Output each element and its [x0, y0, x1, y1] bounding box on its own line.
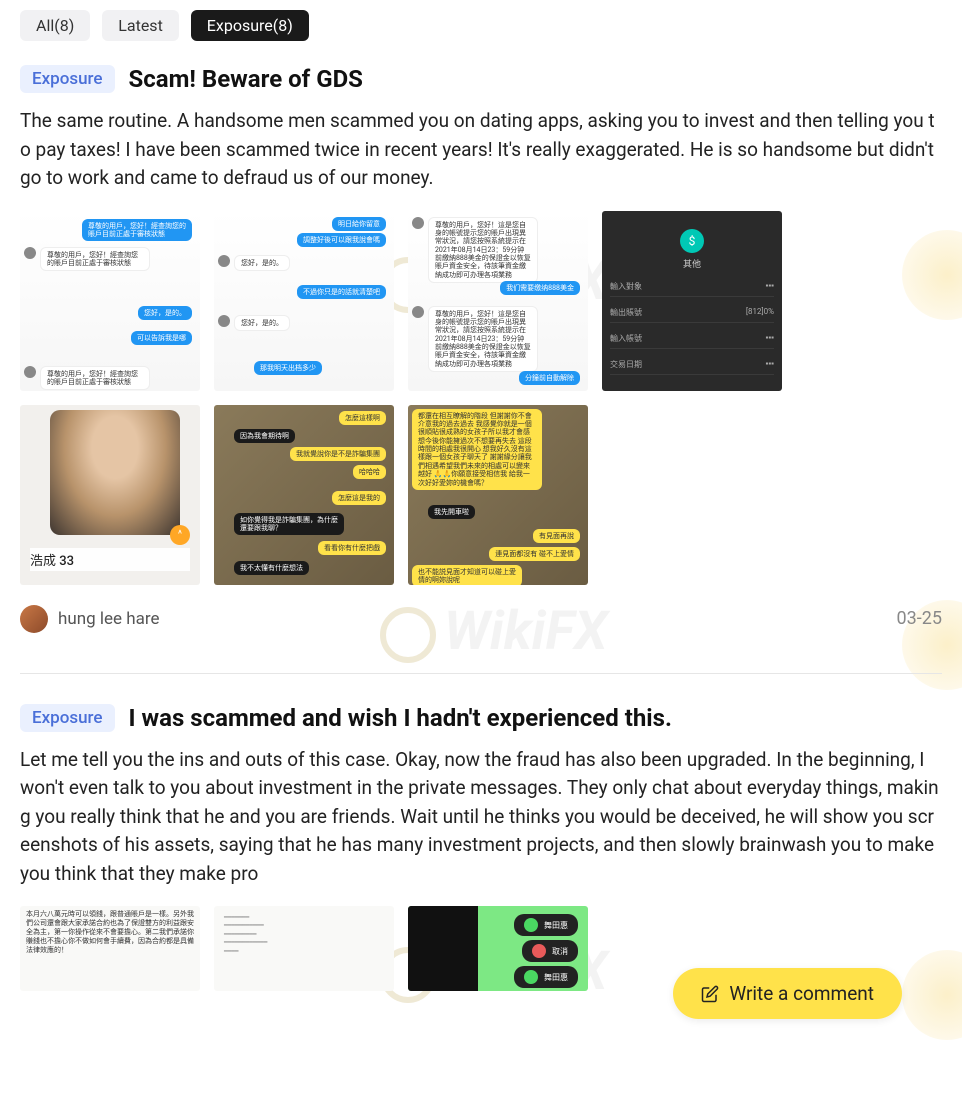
avatar-icon: [218, 315, 230, 327]
label: 其他: [683, 257, 701, 270]
form-row: 輸入帳號▪▪▪: [610, 333, 774, 349]
chat-bubble: 我就覺說你是不是詐騙集團: [290, 447, 386, 461]
post-title[interactable]: I was scammed and wish I hadn't experien…: [129, 704, 672, 732]
author-name[interactable]: hung lee hare: [58, 609, 160, 629]
chat-bubble: 都還在相互瞭解的階段 但謝謝你不會介意我的過去過去 我感覺你就是一個很順貼很成熟…: [412, 409, 542, 491]
screenshot-thumb[interactable]: 明日給你留意 調整好後可以跟我說會嗎 您好，是的。 不過你只是的話就清楚吧 您好…: [214, 211, 394, 391]
post-date: 03-25: [897, 608, 942, 629]
doc-text: 本月六八萬元時可以領錢，跟普通賬戶是一樣。另外我們公司還會跟大家承諾合約也為了保…: [26, 910, 194, 955]
screenshot-thumb[interactable]: 舞田惠 取消 舞田惠: [408, 906, 588, 991]
chat-bubble: 可以告訴我是哪: [131, 331, 192, 345]
screenshot-thumb[interactable]: ━━━━━━━━━━━━━━━━━━━━━━━━━━━━━━━━━━━━━━━━…: [214, 906, 394, 991]
author-row: hung lee hare 03-25: [20, 605, 942, 633]
money-icon: $: [680, 229, 704, 253]
screenshot-thumb[interactable]: 都還在相互瞭解的階段 但謝謝你不會介意我的過去過去 我感覺你就是一個很順貼很成熟…: [408, 405, 588, 585]
chat-bubble: 看看你有什麼把戲: [318, 541, 386, 555]
avatar-icon: [24, 366, 36, 378]
tab-exposure[interactable]: Exposure(8): [191, 10, 309, 41]
exposure-badge: Exposure: [20, 704, 115, 732]
chat-bubble: 我先開車啦: [428, 505, 475, 519]
avatar-icon: [412, 306, 424, 318]
post: Exposure I was scammed and wish I hadn't…: [20, 704, 942, 992]
call-bubble: 舞田惠: [514, 914, 578, 936]
screenshot-thumb[interactable]: $ 其他 輸入對象▪▪▪ 輸出賬號[812]0% 輸入帳號▪▪▪ 交易日期▪▪▪: [602, 211, 782, 391]
avatar-icon: [412, 217, 424, 229]
chat-bubble: 我们需要缴纳888美金: [500, 281, 580, 295]
tab-latest[interactable]: Latest: [102, 10, 179, 41]
chat-bubble: 那我明天出档多少: [254, 361, 322, 375]
avatar-icon: [24, 247, 36, 259]
screenshot-thumb[interactable]: 本月六八萬元時可以領錢，跟普通賬戶是一樣。另外我們公司還會跟大家承諾合約也為了保…: [20, 906, 200, 991]
edit-icon: [701, 985, 719, 1003]
call-bubble: 舞田惠: [514, 966, 578, 988]
chat-bubble: 尊敬的用戶，您好！經查詢您的賬戶目前正處于審核狀態: [82, 219, 192, 242]
chat-bubble: 您好，是的。: [234, 315, 290, 331]
chat-bubble: 怎麼這樣啊: [339, 411, 386, 425]
write-comment-button[interactable]: Write a comment: [673, 968, 902, 1019]
chat-bubble: 連見面都沒有 碰不上愛情: [489, 547, 580, 561]
form-row: 輸入對象▪▪▪: [610, 281, 774, 297]
chat-bubble: 您好，是的。: [138, 306, 192, 320]
chat-bubble: 也不能説見面才知道可以碰上愛情的啊妳說呢: [412, 565, 522, 585]
fab-icon: ^: [170, 525, 190, 545]
post-body: Let me tell you the ins and outs of this…: [20, 746, 942, 889]
call-bubble: 取消: [522, 940, 578, 962]
avatar-icon: [218, 255, 230, 267]
chat-bubble: 尊敬的用戶，您好！這是您自身的帳號提示您的賬戶出現異常狀況，請您按照系統提示在2…: [428, 217, 538, 284]
image-grid: 尊敬的用戶，您好！經查詢您的賬戶目前正處于審核狀態 尊敬的用戶，您好！經查詢您的…: [20, 211, 942, 585]
author-avatar[interactable]: [20, 605, 48, 633]
post-title[interactable]: Scam! Beware of GDS: [129, 65, 363, 93]
chat-bubble: 我不太懂有什麼想法: [234, 561, 309, 575]
chat-bubble: 分鐘前自動解除: [519, 371, 580, 385]
chat-bubble: 如你覺得我是詐騙集團，為什麼還要跟我聊？: [234, 513, 344, 536]
screenshot-thumb[interactable]: 尊敬的用戶，您好！經查詢您的賬戶目前正處于審核狀態 尊敬的用戶，您好！經查詢您的…: [20, 211, 200, 391]
write-comment-label: Write a comment: [729, 982, 874, 1005]
person-photo: [50, 410, 180, 535]
exposure-badge: Exposure: [20, 65, 115, 93]
chat-bubble: 明日給你留意: [332, 217, 386, 231]
form-row: 交易日期▪▪▪: [610, 359, 774, 375]
photo-caption: 浩成 33: [30, 548, 190, 571]
chat-sidebar: [408, 906, 478, 991]
tab-all[interactable]: All(8): [20, 10, 90, 41]
divider: [20, 673, 942, 674]
chat-bubble: 尊敬的用戶，您好！經查詢您的賬戶目前正處于審核狀態: [40, 366, 150, 391]
screenshot-thumb[interactable]: 怎麼這樣啊 因為我會期待啊 我就覺說你是不是詐騙集團 哈哈哈 怎麼這是我的 如你…: [214, 405, 394, 585]
chat-bubble: 調整好後可以跟我說會嗎: [297, 233, 386, 247]
chat-bubble: 不過你只是的話就清楚吧: [297, 285, 386, 299]
chat-bubble: 因為我會期待啊: [234, 429, 295, 443]
chat-bubble: 哈哈哈: [353, 465, 386, 479]
chat-bubble: 怎麼這是我的: [332, 491, 386, 505]
filter-tabs: All(8) Latest Exposure(8): [20, 10, 942, 41]
chat-bubble: 尊敬的用戶，您好！這是您自身的帳號提示您的賬戶出現異常狀況，請您按照系統提示在2…: [428, 306, 538, 373]
post-body: The same routine. A handsome men scammed…: [20, 107, 942, 193]
doc-text: ━━━━━━━━━━━━━━━━━━━━━━━━━━━━━━━━━━━━━━━━…: [224, 914, 384, 956]
chat-bubble: 您好，是的。: [234, 255, 290, 271]
form-row: 輸出賬號[812]0%: [610, 307, 774, 323]
post: Exposure Scam! Beware of GDS The same ro…: [20, 65, 942, 633]
chat-bubble: 有見面再說: [533, 529, 580, 543]
screenshot-thumb[interactable]: 尊敬的用戶，您好！這是您自身的帳號提示您的賬戶出現異常狀況，請您按照系統提示在2…: [408, 211, 588, 391]
chat-bubble: 尊敬的用戶，您好！經查詢您的賬戶目前正處于審核狀態: [40, 247, 150, 272]
screenshot-thumb[interactable]: ^ 浩成 33: [20, 405, 200, 585]
